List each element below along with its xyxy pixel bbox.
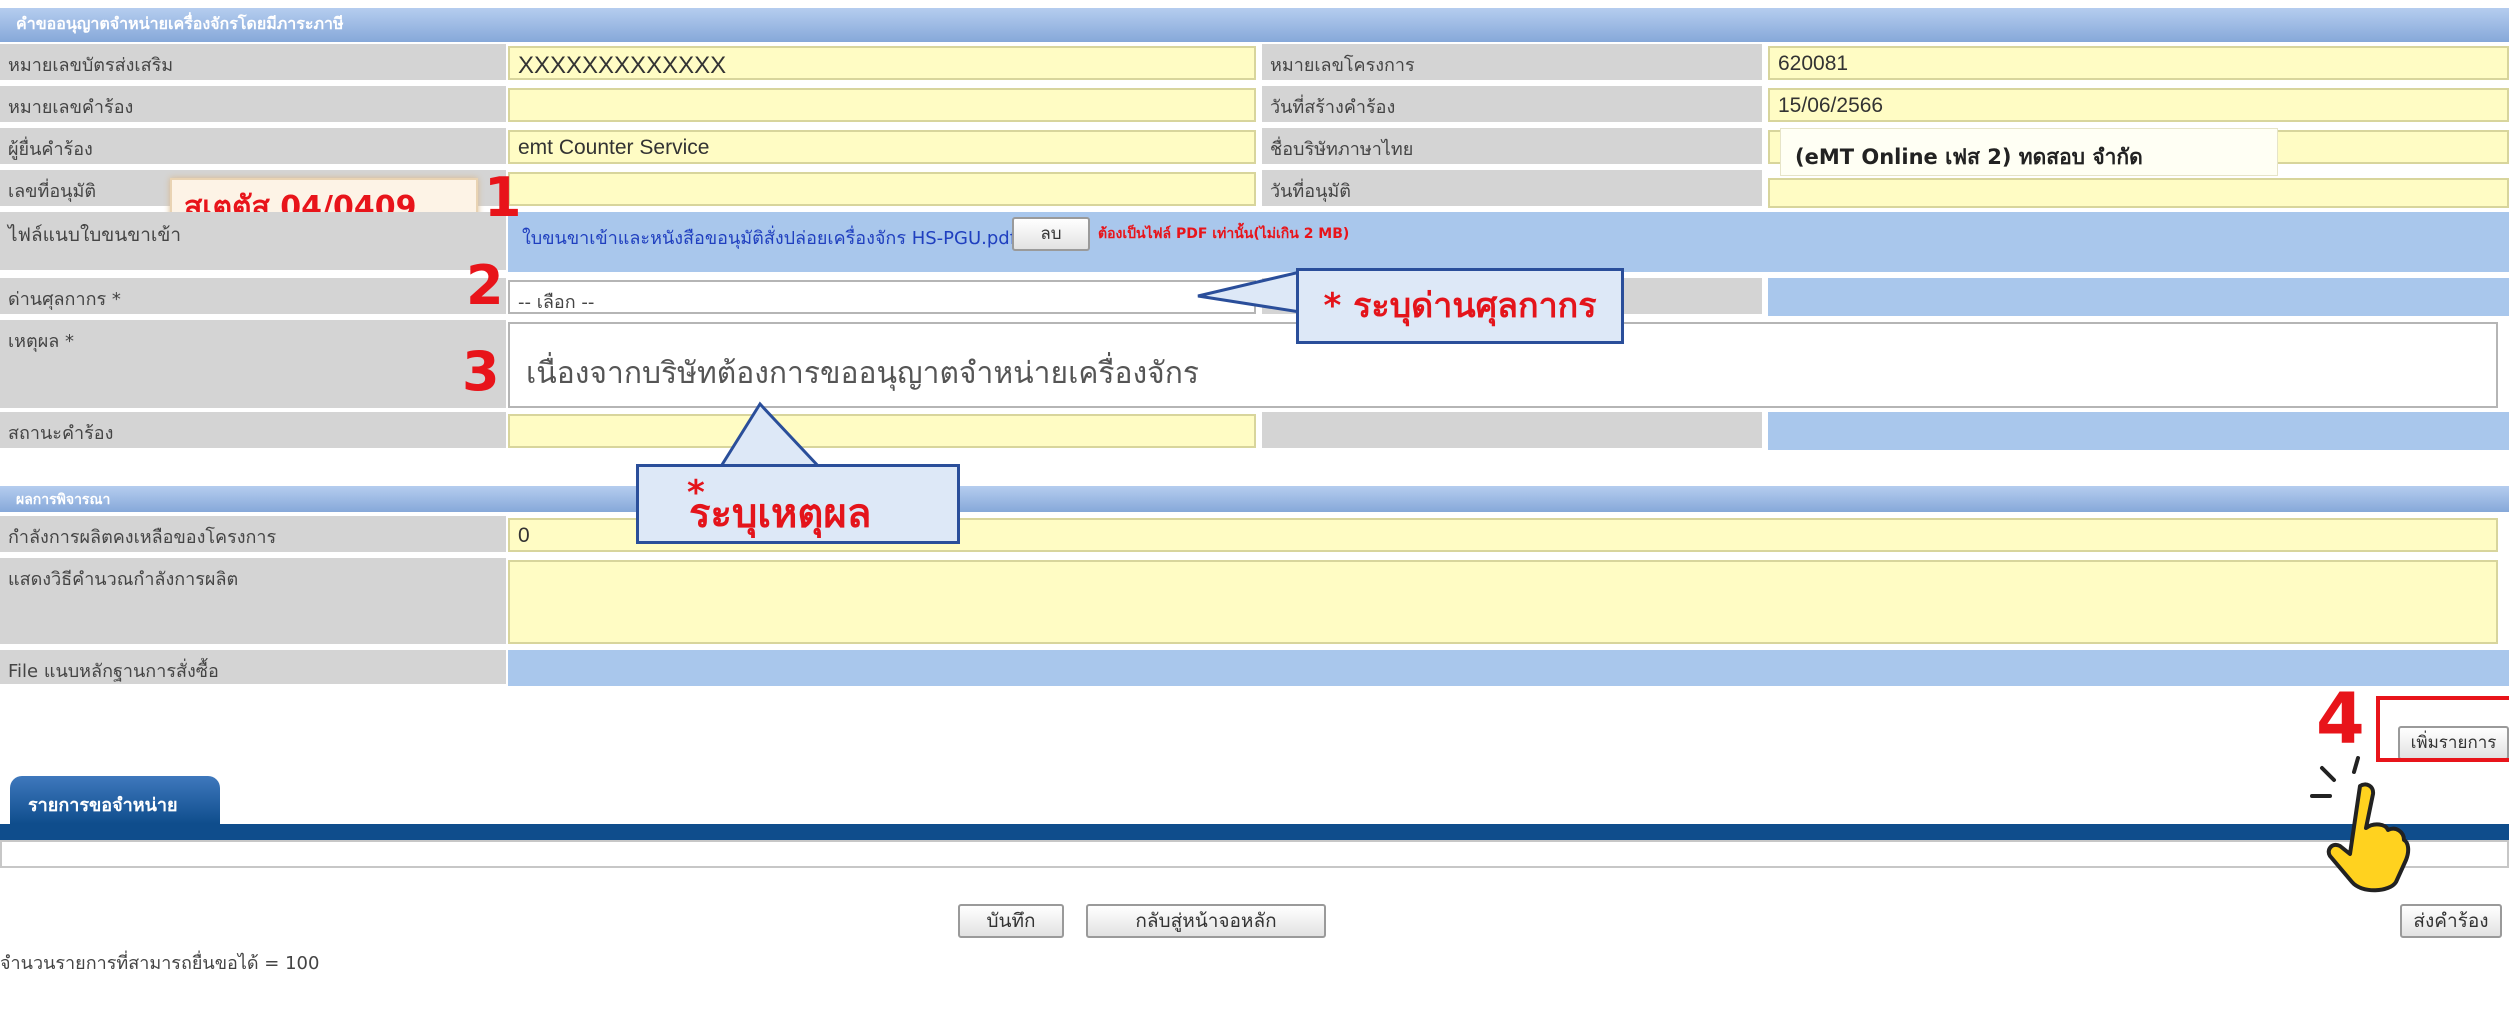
promo-card-label: หมายเลขบัตรส่งเสริม	[0, 44, 506, 82]
status-label: สถานะคำร้อง	[0, 412, 506, 450]
status-field[interactable]	[508, 414, 1256, 448]
customs-callout: * ระบุด่านศุลกากร	[1296, 268, 1624, 344]
back-button[interactable]: กลับสู่หน้าจอหลัก	[1086, 904, 1326, 938]
status-blank-band	[1768, 412, 2509, 450]
submitter-field[interactable]: emt Counter Service	[508, 130, 1256, 164]
company-label: ชื่อบริษัทภาษาไทย	[1262, 128, 1762, 166]
tab-sale-items[interactable]: รายการขอจำหน่าย	[10, 776, 220, 824]
project-no-label: หมายเลขโครงการ	[1262, 44, 1762, 82]
step-number-1: 1	[484, 166, 522, 229]
evidence-band	[508, 650, 2509, 686]
attach-note: ต้องเป็นไฟล์ PDF เท่านั้น(ไม่เกิน 2 MB)	[1098, 226, 1350, 242]
customs-label: ด่านศุลกากร *	[0, 278, 506, 316]
calc-label: แสดงวิธีคำนวณกำลังการผลิต	[0, 558, 506, 646]
customs-callout-text: * ระบุด่านศุลกากร	[1323, 286, 1597, 326]
reason-label: เหตุผล *	[0, 320, 506, 410]
evidence-label: File แนบหลักฐานการสั่งซื้อ	[0, 650, 506, 686]
attach-file-link[interactable]: ใบขนขาเข้าและหนังสือขอนุมัติสั่งปล่อยเคร…	[522, 223, 1016, 252]
footer-note: จำนวนรายการที่สามารถยื่นขอได้ = 100	[0, 953, 320, 974]
approval-date-label: วันที่อนุมัติ	[1262, 170, 1762, 208]
customs-callout-arrow	[1197, 270, 1302, 314]
attach-label: ไฟล์แนบใบขนขาเข้า	[0, 212, 506, 272]
reason-callout: * ระบุเหตุผล	[636, 464, 960, 544]
step-number-4: 4	[2316, 678, 2365, 760]
customs-blank-band	[1768, 278, 2509, 316]
calc-textarea[interactable]	[508, 560, 2498, 644]
add-item-highlight	[2376, 696, 2509, 762]
customs-select[interactable]: -- เลือก --	[508, 280, 1256, 314]
save-button[interactable]: บันทึก	[958, 904, 1064, 938]
section-title: คำขออนุญาตจำหน่ายเครื่องจักรโดยมีภาระภาษ…	[16, 14, 344, 33]
request-date-label: วันที่สร้างคำร้อง	[1262, 86, 1762, 124]
items-panel	[0, 840, 2509, 868]
pointing-hand-icon	[2310, 756, 2411, 893]
attach-delete-button[interactable]: ลบ	[1012, 217, 1090, 251]
submitter-label: ผู้ยื่นคำร้อง	[0, 128, 506, 166]
approval-date-field[interactable]	[1768, 178, 2509, 208]
request-no-label: หมายเลขคำร้อง	[0, 86, 506, 124]
result-header: ผลการพิจารณา	[0, 486, 2509, 512]
status-blank-label	[1262, 412, 1762, 450]
company-name-text: (eMT Online เฟส 2) ทดสอบ จำกัด	[1780, 128, 2278, 176]
approval-no-field[interactable]	[508, 172, 1256, 206]
project-no-field[interactable]: 620081	[1768, 46, 2509, 80]
submit-button[interactable]: ส่งคำร้อง	[2400, 904, 2502, 938]
request-no-field[interactable]	[508, 88, 1256, 122]
result-title: ผลการพิจารณา	[16, 492, 111, 508]
request-date-field[interactable]: 15/06/2566	[1768, 88, 2509, 122]
section-header: คำขออนุญาตจำหน่ายเครื่องจักรโดยมีภาระภาษ…	[0, 8, 2509, 42]
reason-callout-text: ระบุเหตุผล	[689, 491, 872, 537]
tab-bar	[0, 824, 2509, 840]
step-number-2: 2	[466, 254, 504, 317]
promo-card-field[interactable]: XXXXXXXXXXXXX	[508, 46, 1256, 80]
step-number-3: 3	[462, 340, 500, 403]
capacity-label: กำลังการผลิตคงเหลือของโครงการ	[0, 516, 506, 554]
